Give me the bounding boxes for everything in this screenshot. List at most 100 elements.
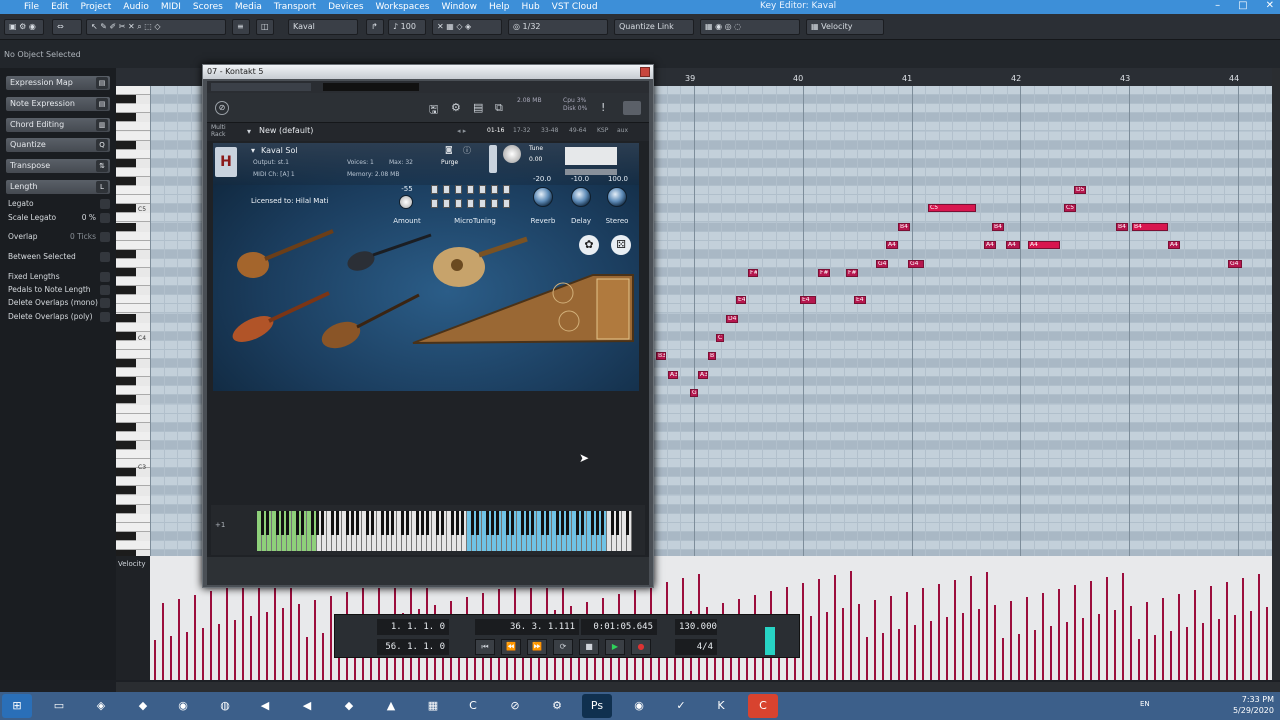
piano-key[interactable]	[116, 104, 150, 114]
midi-note[interactable]: G	[690, 389, 698, 397]
app-icon[interactable]: ◈	[86, 694, 116, 718]
black-key[interactable]	[280, 511, 284, 535]
app-icon[interactable]: C	[748, 694, 778, 718]
piano-key[interactable]	[116, 359, 136, 368]
piano-key[interactable]	[116, 186, 150, 196]
velocity-bar[interactable]	[1130, 606, 1132, 680]
velocity-bar[interactable]	[242, 583, 244, 680]
app-icon[interactable]: K	[706, 694, 736, 718]
minimize-icon[interactable]: –	[1215, 0, 1220, 11]
aux-button[interactable]: aux	[617, 127, 628, 134]
menu-audio[interactable]: Audio	[117, 2, 155, 12]
midi-note[interactable]: B4	[1132, 223, 1168, 231]
velocity-bar[interactable]	[834, 575, 836, 680]
black-key[interactable]	[435, 511, 439, 535]
piano-key[interactable]	[116, 95, 136, 105]
black-key[interactable]	[485, 511, 489, 535]
black-key[interactable]	[260, 511, 264, 535]
midi-note[interactable]: F#	[846, 269, 858, 277]
section-note-expression[interactable]: Note Expression ▤	[6, 97, 110, 111]
piano-key[interactable]	[116, 340, 150, 350]
option-overlap[interactable]: Overlap 0 Ticks	[8, 231, 110, 243]
velocity-bar[interactable]	[922, 588, 924, 680]
velocity-bar[interactable]	[258, 579, 260, 680]
midi-note[interactable]: E4	[800, 296, 816, 304]
black-key[interactable]	[595, 511, 599, 535]
go-to-start-icon[interactable]: ⏮	[475, 639, 495, 655]
velocity-bar[interactable]	[218, 624, 220, 680]
option-between-selected[interactable]: Between Selected	[8, 251, 110, 263]
velocity-bar[interactable]	[178, 599, 180, 680]
record-icon[interactable]: ●	[631, 639, 651, 655]
section-transpose[interactable]: Transpose ⇅	[6, 159, 110, 173]
kontakt-close-icon[interactable]	[640, 67, 650, 77]
piano-key[interactable]	[116, 295, 150, 305]
quantize-mode-select[interactable]: Quantize Link	[614, 19, 694, 35]
range-01-16[interactable]: 01-16	[487, 127, 504, 134]
black-key[interactable]	[285, 511, 289, 535]
velocity-bar[interactable]	[978, 609, 980, 680]
tempo-display[interactable]: 130.000	[675, 619, 717, 635]
explorer-icon[interactable]: ▭	[44, 694, 74, 718]
midi-note[interactable]: A4	[1028, 241, 1060, 249]
black-key[interactable]	[580, 511, 584, 535]
velocity-bar[interactable]	[154, 640, 156, 680]
velocity-bar[interactable]	[194, 595, 196, 680]
velocity-bar[interactable]	[810, 616, 812, 680]
velocity-bar[interactable]	[1226, 582, 1228, 680]
warning-icon[interactable]: !	[601, 101, 605, 114]
black-key[interactable]	[530, 511, 534, 535]
start-icon[interactable]: ⊞	[2, 694, 32, 718]
range-17-32[interactable]: 17-32	[513, 127, 530, 134]
cubase-icon[interactable]: ◀	[250, 694, 280, 718]
menu-help[interactable]: Help	[483, 2, 516, 12]
black-key[interactable]	[320, 511, 324, 535]
black-key[interactable]	[490, 511, 494, 535]
velocity-bar[interactable]	[882, 633, 884, 680]
velocity-bar[interactable]	[1026, 597, 1028, 680]
menu-workspaces[interactable]: Workspaces	[370, 2, 436, 12]
kontakt-header-buttons[interactable]	[211, 83, 311, 91]
black-key[interactable]	[355, 511, 359, 535]
piano-key[interactable]	[116, 177, 136, 186]
black-key[interactable]	[315, 511, 319, 535]
piano-key[interactable]	[116, 477, 150, 487]
black-key[interactable]	[275, 511, 279, 535]
menu-midi[interactable]: MIDI	[155, 2, 187, 12]
save-icon[interactable]: 🖫	[429, 101, 438, 120]
velocity-bar[interactable]	[1170, 631, 1172, 680]
velocity-bar[interactable]	[186, 632, 188, 680]
velocity-bar[interactable]	[1050, 626, 1052, 680]
black-key[interactable]	[450, 511, 454, 535]
piano-key[interactable]	[116, 258, 150, 268]
piano-key[interactable]	[116, 531, 136, 541]
velocity-bar[interactable]	[962, 613, 964, 680]
app-icon[interactable]: ◀	[292, 694, 322, 718]
option-pedals-to-note-length[interactable]: Pedals to Note Length	[8, 284, 110, 296]
midi-note[interactable]: C5	[928, 204, 976, 212]
black-key[interactable]	[425, 511, 429, 535]
velocity-bar[interactable]	[1250, 611, 1252, 680]
velocity-bar[interactable]	[890, 596, 892, 680]
velocity-bar[interactable]	[1266, 607, 1268, 680]
velocity-bar[interactable]	[298, 604, 300, 680]
velocity-bar[interactable]	[906, 592, 908, 680]
piano-key[interactable]	[116, 195, 150, 205]
midi-note[interactable]: C	[716, 334, 724, 342]
controller-select[interactable]: ▦ Velocity	[806, 19, 884, 35]
quantize-select[interactable]: ◎ 1/32	[508, 19, 608, 35]
velocity-bar[interactable]	[274, 575, 276, 680]
option-delete-overlaps-poly[interactable]: Delete Overlaps (poly)	[8, 311, 110, 323]
black-key[interactable]	[495, 511, 499, 535]
forward-icon[interactable]: ⏩	[527, 639, 547, 655]
midi-note[interactable]: F#	[748, 269, 758, 277]
midi-note[interactable]: D5	[1074, 186, 1086, 194]
velocity-bar[interactable]	[1146, 602, 1148, 680]
midi-note[interactable]: E4	[854, 296, 866, 304]
black-key[interactable]	[610, 511, 614, 535]
velocity-bar[interactable]	[1010, 601, 1012, 680]
menu-edit[interactable]: Edit	[45, 2, 74, 12]
piano-key[interactable]	[116, 149, 150, 159]
range-49-64[interactable]: 49-64	[569, 127, 586, 134]
app-icon[interactable]: ◍	[210, 694, 240, 718]
